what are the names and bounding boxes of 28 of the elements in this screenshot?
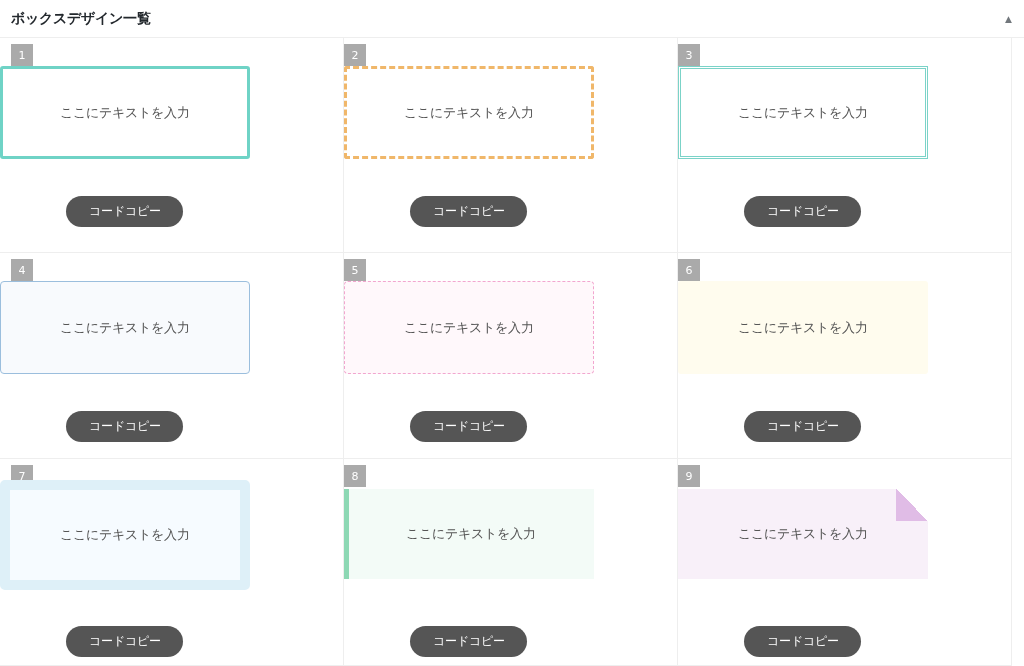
copy-code-button[interactable]: コードコピー <box>410 626 527 657</box>
sample-box: ここにテキストを入力 <box>677 489 928 579</box>
sample-box: ここにテキストを入力 <box>0 66 250 159</box>
sample-box: ここにテキストを入力 <box>677 281 928 374</box>
copy-code-button[interactable]: コードコピー <box>744 626 861 657</box>
copy-code-button[interactable]: コードコピー <box>410 196 527 227</box>
number-badge: 4 <box>11 259 33 281</box>
number-badge: 3 <box>678 44 700 66</box>
sample-box: ここにテキストを入力 <box>343 66 594 159</box>
copy-code-button[interactable]: コードコピー <box>66 411 183 442</box>
number-badge: 9 <box>678 465 700 487</box>
sample-box: ここにテキストを入力 <box>677 66 928 159</box>
sample-box: ここにテキストを入力 <box>0 281 250 374</box>
copy-code-button[interactable]: コードコピー <box>744 196 861 227</box>
copy-code-button[interactable]: コードコピー <box>66 196 183 227</box>
number-badge: 1 <box>11 44 33 66</box>
copy-code-button[interactable]: コードコピー <box>66 626 183 657</box>
sample-box: ここにテキストを入力 <box>343 281 594 374</box>
sample-box: ここにテキストを入力 <box>343 489 594 579</box>
collapse-toggle[interactable]: ▲ <box>1005 13 1012 24</box>
number-badge: 6 <box>678 259 700 281</box>
copy-code-button[interactable]: コードコピー <box>410 411 527 442</box>
number-badge: 2 <box>344 44 366 66</box>
panel-title: ボックスデザイン一覧 <box>11 9 151 28</box>
copy-code-button[interactable]: コードコピー <box>744 411 861 442</box>
sample-box: ここにテキストを入力 <box>0 480 250 590</box>
number-badge: 8 <box>344 465 366 487</box>
number-badge: 5 <box>344 259 366 281</box>
